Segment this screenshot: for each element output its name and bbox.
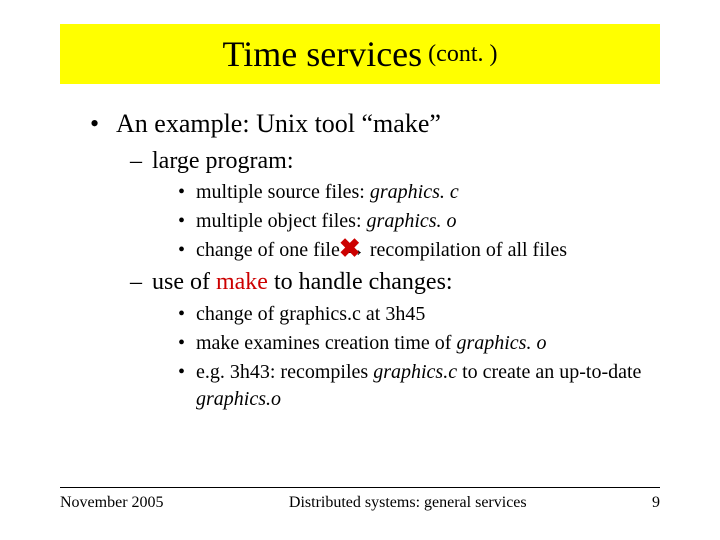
text-italic: graphics.c: [373, 361, 457, 383]
text-italic: graphics. o: [456, 332, 546, 354]
bullet-text: large program:: [152, 145, 294, 177]
text-fragment: use of: [152, 269, 216, 295]
bullet-text: change of one file →✖ recompilation of a…: [196, 237, 660, 264]
text-italic: graphics. o: [367, 210, 457, 232]
footer-date: November 2005: [60, 494, 164, 512]
cross-icon: ✖: [339, 231, 361, 266]
bullet-level3: • multiple source files: graphics. c: [178, 179, 660, 206]
bullet-text: make examines creation time of graphics.…: [196, 330, 660, 357]
bullet-level2: – large program:: [130, 145, 660, 177]
text-italic: graphics.o: [196, 388, 281, 410]
text-highlight: make: [216, 269, 268, 295]
bullet-level3: • multiple object files: graphics. o: [178, 208, 660, 235]
footer-page-number: 9: [652, 494, 660, 512]
bullet-level1: • An example: Unix tool “make”: [90, 106, 660, 141]
bullet-level3: • change of one file →✖ recompilation of…: [178, 237, 660, 264]
text-fragment: to handle changes:: [268, 269, 453, 295]
bullet-dot-icon: •: [90, 106, 116, 141]
bullet-level3: • make examines creation time of graphic…: [178, 330, 660, 357]
slide-title: Time services (cont. ): [60, 24, 660, 84]
text-italic: graphics. c: [370, 181, 459, 203]
text-fragment: multiple source files:: [196, 181, 370, 203]
bullet-text: change of graphics.c at 3h45: [196, 301, 660, 328]
bullet-dot-icon: •: [178, 330, 196, 357]
bullet-dash-icon: –: [130, 266, 152, 298]
bullet-text: multiple object files: graphics. o: [196, 208, 660, 235]
bullet-text: An example: Unix tool “make”: [116, 106, 441, 141]
footer-title: Distributed systems: general services: [289, 494, 527, 512]
title-suffix: (cont. ): [428, 41, 497, 68]
bullet-level3: • e.g. 3h43: recompiles graphics.c to cr…: [178, 359, 660, 413]
text-fragment: recompilation of all files: [365, 239, 567, 261]
bullet-dash-icon: –: [130, 145, 152, 177]
text-fragment: e.g. 3h43: recompiles: [196, 361, 373, 383]
arrow-icon: →✖: [345, 237, 365, 264]
slide: Time services (cont. ) • An example: Uni…: [0, 0, 720, 540]
slide-footer: November 2005 Distributed systems: gener…: [60, 487, 660, 512]
text-fragment: multiple object files:: [196, 210, 367, 232]
bullet-level2: – use of make to handle changes:: [130, 266, 660, 298]
title-main: Time services: [223, 33, 423, 75]
bullet-dot-icon: •: [178, 179, 196, 206]
bullet-text: use of make to handle changes:: [152, 266, 453, 298]
bullet-dot-icon: •: [178, 237, 196, 264]
bullet-text: multiple source files: graphics. c: [196, 179, 660, 206]
text-fragment: to create an up-to-date: [457, 361, 641, 383]
text-fragment: change of one file: [196, 239, 345, 261]
bullet-dot-icon: •: [178, 301, 196, 328]
slide-body: • An example: Unix tool “make” – large p…: [60, 100, 660, 415]
text-fragment: make examines creation time of: [196, 332, 456, 354]
bullet-dot-icon: •: [178, 208, 196, 235]
bullet-dot-icon: •: [178, 359, 196, 413]
bullet-text: e.g. 3h43: recompiles graphics.c to crea…: [196, 359, 660, 413]
bullet-level3: • change of graphics.c at 3h45: [178, 301, 660, 328]
